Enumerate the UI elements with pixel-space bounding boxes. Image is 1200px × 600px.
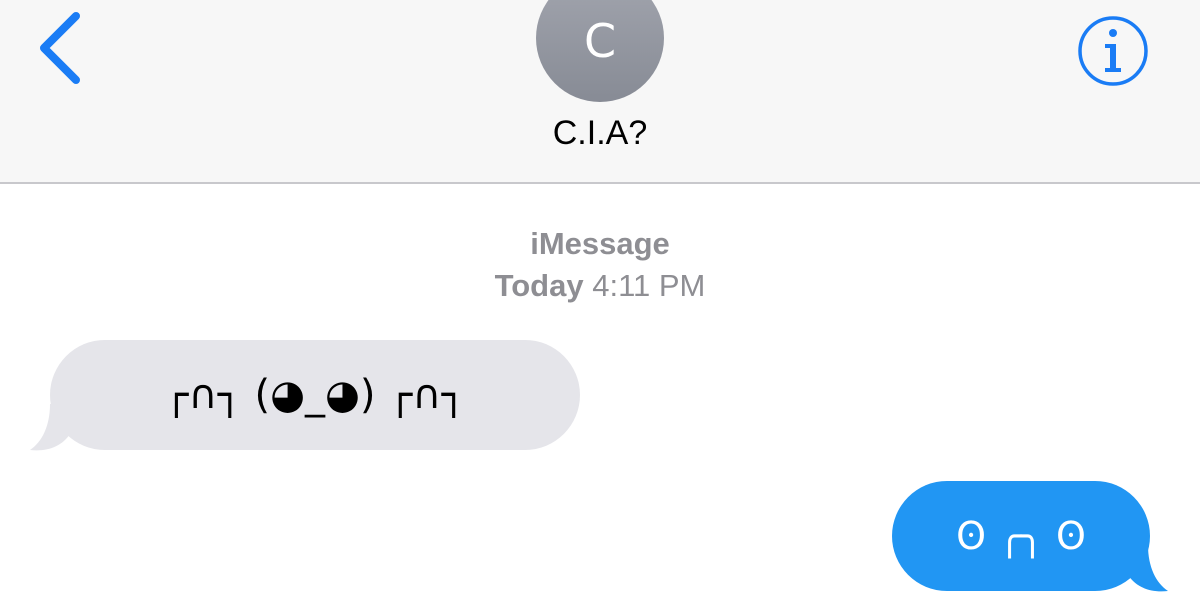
conversation-header: C C.I.A? (0, 0, 1200, 184)
chevron-left-icon (40, 12, 80, 84)
timestamp: Today 4:11 PM (400, 268, 800, 304)
avatar-initial: C (583, 14, 617, 68)
message-text: ʘ ╭╮ ʘ (956, 514, 1086, 558)
info-button[interactable] (1076, 14, 1150, 88)
timestamp-time: 4:11 PM (592, 268, 706, 303)
timestamp-day: Today (494, 268, 584, 303)
message-bubble-received[interactable]: ┌∩┐ (◕_◕) ┌∩┐ (50, 340, 580, 450)
message-text: ┌∩┐ (◕_◕) ┌∩┐ (164, 372, 466, 418)
message-bubble-sent[interactable]: ʘ ╭╮ ʘ (892, 481, 1150, 591)
back-button[interactable] (32, 12, 92, 84)
info-icon (1078, 16, 1148, 86)
service-label: iMessage (530, 226, 670, 261)
messages-screen: C C.I.A? iMessage Today 4:11 PM ┌∩┐ (◕_◕… (0, 0, 1200, 600)
contact-name[interactable]: C.I.A? (450, 114, 750, 153)
avatar[interactable]: C (536, 0, 664, 102)
